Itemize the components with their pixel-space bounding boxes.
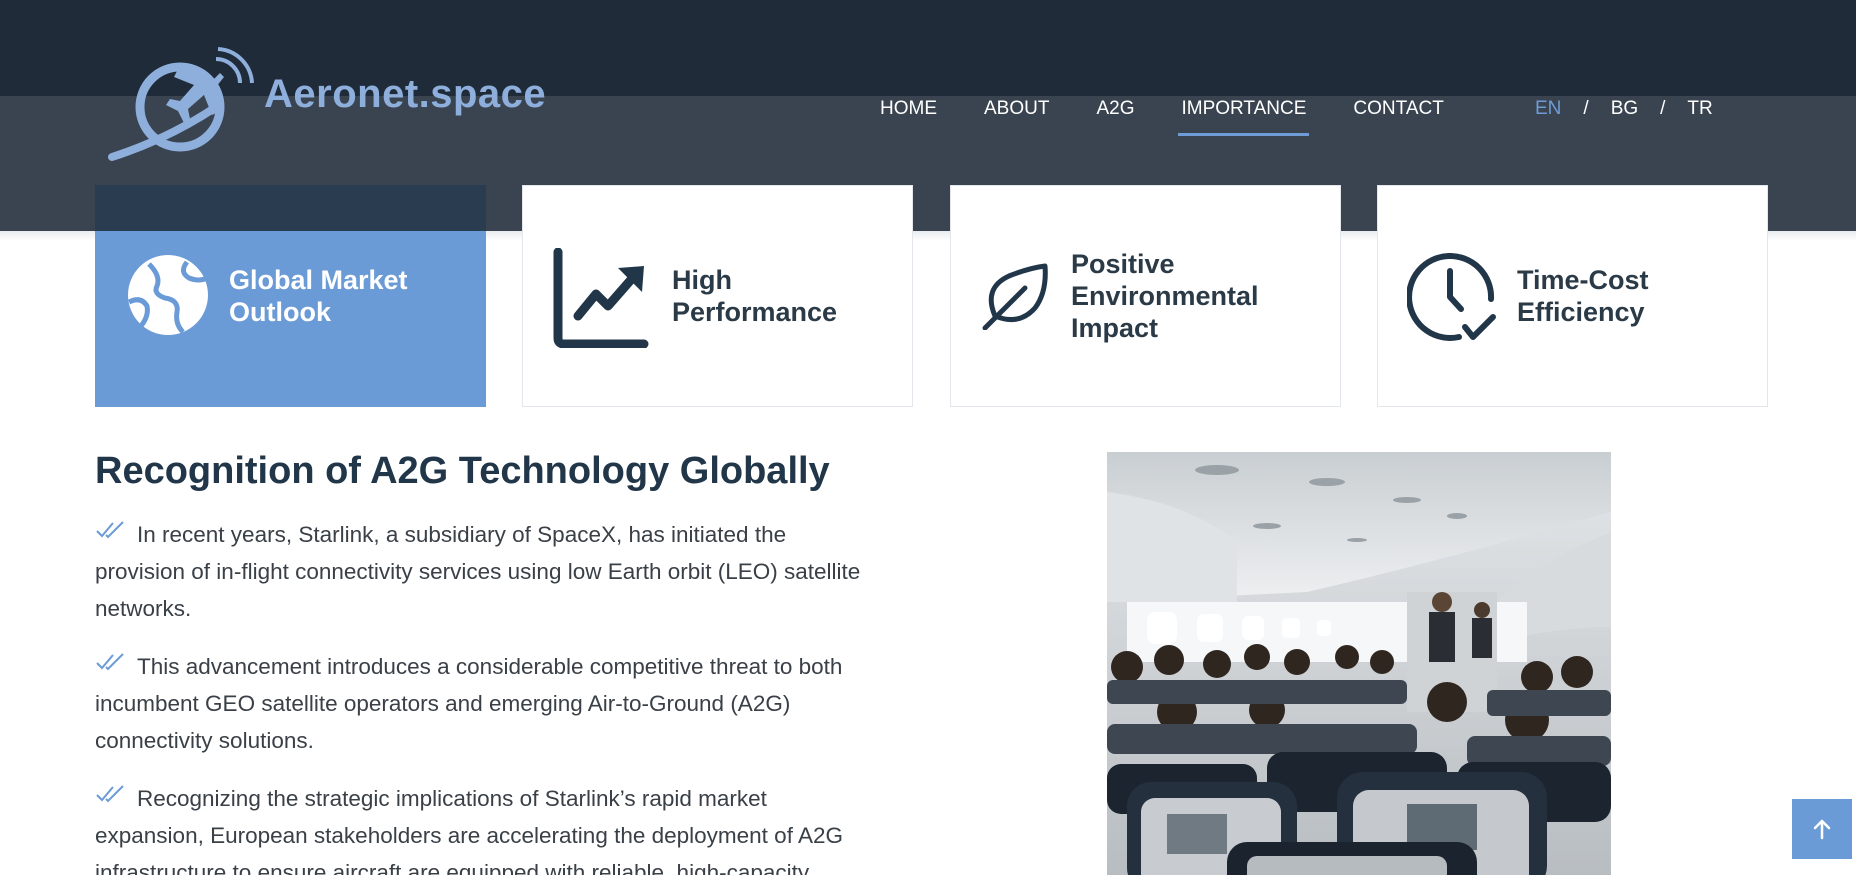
feature-label-line: Performance [672,297,838,327]
globe-icon [127,255,209,335]
feature-label-line: High [672,265,732,295]
paragraph-line: In recent years, Starlink, a subsidiary … [137,522,787,547]
main-nav: HOME ABOUT A2G IMPORTANCE CONTACT [880,96,1491,136]
double-check-icon [96,521,124,539]
paragraph: Recognizing the strategic implications o… [95,780,925,875]
lang-en[interactable]: EN [1535,98,1561,120]
paragraph-line: expansion, European stakeholders are acc… [95,823,843,848]
feature-card-environmental[interactable]: Positive Environmental Impact [950,185,1341,407]
feature-label: Time-Cost Efficiency [1517,264,1649,328]
brand-logo[interactable]: Aeronet.space [108,46,548,166]
feature-label: High Performance [672,264,837,328]
paragraph: This advancement introduces a considerab… [95,648,925,759]
double-check-icon [96,785,124,803]
paragraph-line: provision of in-flight connectivity serv… [95,559,861,584]
feature-label-line: Impact [1071,313,1159,343]
clock-check-icon [1407,253,1496,341]
section-title: Recognition of A2G Technology Globally [95,450,830,492]
feature-label-line: Environmental [1071,281,1259,311]
paragraph-line: Recognizing the strategic implications o… [137,786,767,811]
nav-home[interactable]: HOME [880,98,937,120]
paragraph-line: This advancement introduces a considerab… [137,654,843,679]
nav-importance[interactable]: IMPORTANCE [1178,98,1310,136]
feature-label-line: Efficiency [1517,297,1645,327]
paragraph: In recent years, Starlink, a subsidiary … [95,516,925,627]
feature-card-time-cost[interactable]: Time-Cost Efficiency [1377,185,1768,407]
paragraph-line: incumbent GEO satellite operators and em… [95,691,791,716]
brand-name: Aeronet.space [264,71,547,116]
feature-label-line: Time-Cost [1517,265,1649,295]
nav-about[interactable]: ABOUT [984,98,1049,120]
lang-separator: / [1660,98,1666,119]
language-switcher: EN / BG / TR [1535,96,1713,122]
leaf-icon [982,263,1048,330]
trend-chart-icon [553,248,649,348]
lang-separator: / [1583,98,1589,119]
paragraph-line: connectivity solutions. [95,728,314,753]
lang-bg[interactable]: BG [1611,98,1638,120]
feature-label-line: Positive [1071,249,1175,279]
nav-a2g[interactable]: A2G [1096,98,1134,120]
feature-label-line: Outlook [229,297,331,327]
airplane-signal-icon [108,47,254,161]
lang-tr[interactable]: TR [1687,98,1712,120]
aircraft-cabin-photo [1107,452,1611,875]
arrow-up-icon [1813,819,1831,840]
feature-card-high-performance[interactable]: High Performance [522,185,913,407]
double-check-icon [96,653,124,671]
feature-label: Positive Environmental Impact [1071,248,1259,344]
paragraph-line: infrastructure to ensure aircraft are eq… [95,860,810,875]
scroll-to-top-button[interactable] [1792,799,1852,859]
nav-contact[interactable]: CONTACT [1353,98,1443,120]
header-overlap [95,185,486,231]
feature-label: Global Market Outlook [229,264,408,328]
feature-label-line: Global Market [229,265,408,295]
paragraph-line: networks. [95,596,192,621]
